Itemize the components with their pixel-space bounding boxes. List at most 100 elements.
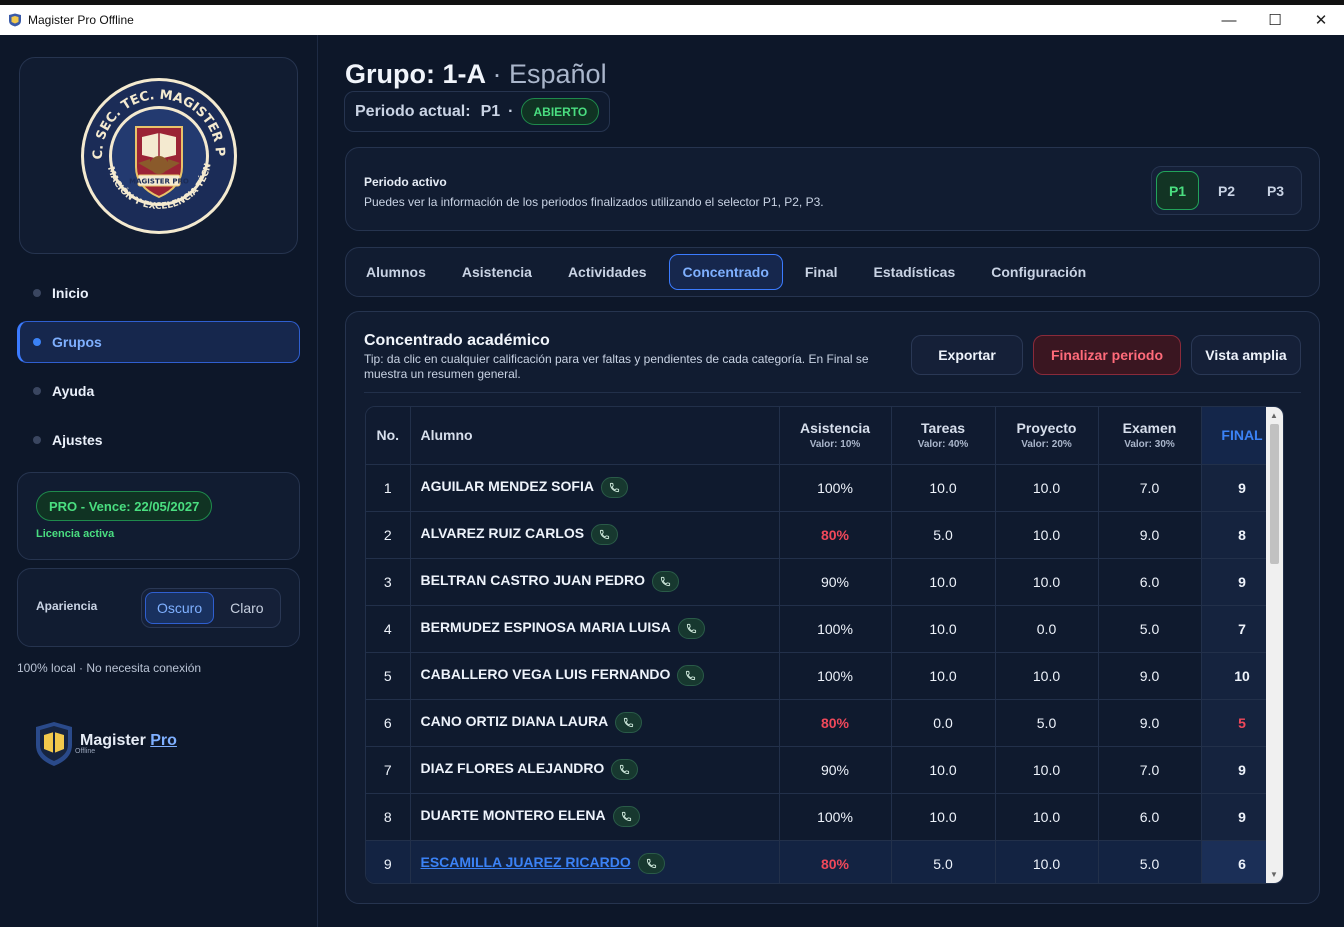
table-row[interactable]: 8 DUARTE MONTERO ELENA 100% 10.0 10.0 6.0 9 [366, 793, 1283, 841]
attendance-cell[interactable]: 100% [779, 464, 892, 512]
table-row[interactable]: 4 BERMUDEZ ESPINOSA MARIA LUISA 100% 10.0 0.… [366, 605, 1283, 653]
phone-icon[interactable] [600, 477, 628, 498]
exam-cell[interactable]: 7.0 [1098, 746, 1202, 794]
student-name[interactable]: ESCAMILLA JUAREZ RICARDO [421, 854, 631, 870]
tasks-cell[interactable]: 10.0 [891, 558, 996, 606]
tab-estadisticas[interactable]: Estadísticas [860, 254, 970, 290]
col-attendance[interactable]: Asistencia Valor: 10% [779, 407, 892, 465]
sidebar-item-ajustes[interactable]: Ajustes [17, 419, 300, 461]
student-name-cell[interactable]: BELTRAN CASTRO JUAN PEDRO [410, 558, 780, 606]
tab-final[interactable]: Final [791, 254, 852, 290]
student-name[interactable]: BELTRAN CASTRO JUAN PEDRO [421, 572, 646, 588]
table-row[interactable]: 6 CANO ORTIZ DIANA LAURA 80% 0.0 5.0 9.0 5 [366, 699, 1283, 747]
student-name[interactable]: ALVAREZ RUIZ CARLOS [421, 525, 585, 541]
exam-cell[interactable]: 7.0 [1098, 464, 1202, 512]
tasks-cell[interactable]: 10.0 [891, 793, 996, 841]
exam-cell[interactable]: 5.0 [1098, 840, 1202, 883]
table-row[interactable]: 5 CABALLERO VEGA LUIS FERNANDO 100% 10.0 10.… [366, 652, 1283, 700]
export-button[interactable]: Exportar [911, 335, 1023, 375]
student-name[interactable]: CABALLERO VEGA LUIS FERNANDO [421, 666, 671, 682]
project-cell[interactable]: 5.0 [995, 699, 1099, 747]
phone-icon[interactable] [612, 806, 640, 827]
exam-cell[interactable]: 9.0 [1098, 652, 1202, 700]
tasks-cell[interactable]: 0.0 [891, 699, 996, 747]
tab-configuracion[interactable]: Configuración [977, 254, 1100, 290]
tab-concentrado[interactable]: Concentrado [668, 254, 783, 290]
project-cell[interactable]: 10.0 [995, 840, 1099, 883]
scroll-up-icon[interactable]: ▲ [1270, 411, 1278, 420]
tab-asistencia[interactable]: Asistencia [448, 254, 546, 290]
attendance-cell[interactable]: 80% [779, 699, 892, 747]
tab-alumnos[interactable]: Alumnos [352, 254, 440, 290]
phone-icon[interactable] [677, 665, 705, 686]
period-p2-button[interactable]: P2 [1205, 171, 1248, 210]
table-row[interactable]: 7 DIAZ FLORES ALEJANDRO 90% 10.0 10.0 7.0 9 [366, 746, 1283, 794]
attendance-cell[interactable]: 100% [779, 605, 892, 653]
period-p3-button[interactable]: P3 [1254, 171, 1297, 210]
col-tasks[interactable]: Tareas Valor: 40% [891, 407, 996, 465]
phone-icon[interactable] [652, 571, 680, 592]
project-cell[interactable]: 10.0 [995, 746, 1099, 794]
phone-icon[interactable] [615, 712, 643, 733]
sidebar-item-grupos[interactable]: Grupos [17, 321, 300, 363]
project-cell[interactable]: 10.0 [995, 652, 1099, 700]
phone-icon[interactable] [611, 759, 639, 780]
project-cell[interactable]: 10.0 [995, 511, 1099, 559]
period-p1-button[interactable]: P1 [1156, 171, 1199, 210]
table-row[interactable]: 1 AGUILAR MENDEZ SOFIA 100% 10.0 10.0 7.0 9 [366, 464, 1283, 512]
project-cell[interactable]: 0.0 [995, 605, 1099, 653]
student-name[interactable]: AGUILAR MENDEZ SOFIA [421, 478, 594, 494]
maximize-button[interactable]: ☐ [1252, 5, 1298, 35]
tasks-cell[interactable]: 5.0 [891, 511, 996, 559]
attendance-cell[interactable]: 100% [779, 793, 892, 841]
student-name[interactable]: DUARTE MONTERO ELENA [421, 807, 606, 823]
tasks-cell[interactable]: 10.0 [891, 605, 996, 653]
tasks-cell[interactable]: 10.0 [891, 746, 996, 794]
student-name-cell[interactable]: AGUILAR MENDEZ SOFIA [410, 464, 780, 512]
attendance-cell[interactable]: 90% [779, 558, 892, 606]
student-name-cell[interactable]: CANO ORTIZ DIANA LAURA [410, 699, 780, 747]
attendance-cell[interactable]: 90% [779, 746, 892, 794]
attendance-cell[interactable]: 100% [779, 652, 892, 700]
phone-icon[interactable] [637, 853, 665, 874]
sidebar-item-inicio[interactable]: Inicio [17, 272, 300, 314]
exam-cell[interactable]: 9.0 [1098, 699, 1202, 747]
sidebar-item-ayuda[interactable]: Ayuda [17, 370, 300, 412]
project-cell[interactable]: 10.0 [995, 558, 1099, 606]
attendance-cell[interactable]: 80% [779, 840, 892, 883]
table-row[interactable]: 3 BELTRAN CASTRO JUAN PEDRO 90% 10.0 10.0 6.0… [366, 558, 1283, 606]
student-name[interactable]: DIAZ FLORES ALEJANDRO [421, 760, 605, 776]
student-name-cell[interactable]: ESCAMILLA JUAREZ RICARDO [410, 840, 780, 883]
student-name-cell[interactable]: DUARTE MONTERO ELENA [410, 793, 780, 841]
col-exam[interactable]: Examen Valor: 30% [1098, 407, 1202, 465]
student-name-cell[interactable]: DIAZ FLORES ALEJANDRO [410, 746, 780, 794]
student-name-cell[interactable]: CABALLERO VEGA LUIS FERNANDO [410, 652, 780, 700]
scroll-down-icon[interactable]: ▼ [1270, 870, 1278, 879]
exam-cell[interactable]: 9.0 [1098, 511, 1202, 559]
finalize-period-button[interactable]: Finalizar periodo [1033, 335, 1181, 375]
project-cell[interactable]: 10.0 [995, 793, 1099, 841]
theme-dark-button[interactable]: Oscuro [145, 592, 215, 624]
close-button[interactable]: ✕ [1298, 5, 1344, 35]
tasks-cell[interactable]: 5.0 [891, 840, 996, 883]
exam-cell[interactable]: 6.0 [1098, 793, 1202, 841]
tasks-cell[interactable]: 10.0 [891, 652, 996, 700]
table-scrollbar[interactable]: ▲ ▼ [1266, 407, 1283, 883]
exam-cell[interactable]: 5.0 [1098, 605, 1202, 653]
attendance-cell[interactable]: 80% [779, 511, 892, 559]
student-name[interactable]: BERMUDEZ ESPINOSA MARIA LUISA [421, 619, 671, 635]
scrollbar-thumb[interactable] [1270, 424, 1279, 564]
student-name[interactable]: CANO ORTIZ DIANA LAURA [421, 713, 609, 729]
tab-actividades[interactable]: Actividades [554, 254, 661, 290]
table-row[interactable]: 9 ESCAMILLA JUAREZ RICARDO 80% 5.0 10.0 5.0 6 [366, 840, 1283, 883]
theme-light-button[interactable]: Claro [218, 592, 275, 624]
wide-view-button[interactable]: Vista amplia [1191, 335, 1301, 375]
student-name-cell[interactable]: BERMUDEZ ESPINOSA MARIA LUISA [410, 605, 780, 653]
minimize-button[interactable]: — [1206, 5, 1252, 35]
tasks-cell[interactable]: 10.0 [891, 464, 996, 512]
phone-icon[interactable] [591, 524, 619, 545]
student-name-cell[interactable]: ALVAREZ RUIZ CARLOS [410, 511, 780, 559]
project-cell[interactable]: 10.0 [995, 464, 1099, 512]
col-project[interactable]: Proyecto Valor: 20% [995, 407, 1099, 465]
exam-cell[interactable]: 6.0 [1098, 558, 1202, 606]
